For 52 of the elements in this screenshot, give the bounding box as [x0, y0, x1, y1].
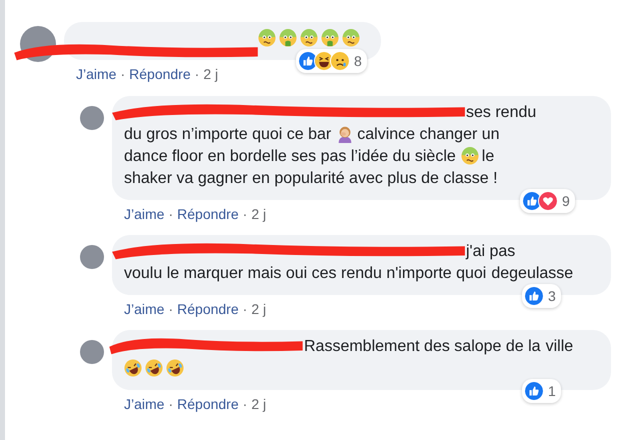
action-link[interactable]: Répondre — [177, 206, 239, 222]
rolling-laughing-face-icon — [166, 359, 184, 377]
comment-text: shaker va gagner en popularité avec plus de classe ! — [124, 169, 498, 189]
comment-text: du gros n’importe quoi ce bar — [124, 125, 332, 145]
action-link[interactable]: J’aime — [76, 66, 116, 82]
nauseated-face-icon — [258, 29, 276, 47]
avatar[interactable] — [80, 245, 104, 269]
separator-dot: · — [168, 301, 174, 317]
comment-text: calvince changer un — [357, 125, 500, 145]
vomiting-face-icon — [279, 29, 297, 47]
separator-dot: · — [242, 206, 248, 222]
like-icon — [524, 381, 544, 401]
comment-time[interactable]: 2 j — [251, 396, 266, 412]
heart-icon — [538, 191, 558, 211]
nauseated-face-icon — [460, 147, 479, 165]
comment-time[interactable]: 2 j — [203, 66, 218, 82]
separator-dot: · — [168, 206, 174, 222]
action-link[interactable]: Répondre — [129, 66, 191, 82]
comment-text: le — [482, 147, 494, 167]
action-link[interactable]: J’aime — [124, 301, 164, 317]
reaction-badge[interactable]: 8 — [296, 49, 367, 73]
vomiting-face-icon — [321, 29, 339, 47]
comment-text: ses rendu — [466, 103, 536, 123]
action-link[interactable]: J’aime — [124, 396, 164, 412]
separator-dot: · — [194, 66, 200, 82]
facepalm-person-icon — [336, 125, 354, 143]
comment-text: degeulasse — [491, 264, 574, 284]
sad-face-icon — [330, 51, 350, 71]
action-link[interactable]: Répondre — [177, 396, 239, 412]
nauseated-face-icon — [342, 29, 360, 47]
action-link[interactable]: Répondre — [177, 301, 239, 317]
comment-time[interactable]: 2 j — [251, 206, 266, 222]
separator-dot: · — [120, 66, 126, 82]
separator-dot: · — [242, 396, 248, 412]
comment-text: Rassemblement des salope de la — [304, 337, 541, 357]
action-link[interactable]: J’aime — [124, 206, 164, 222]
comment-time[interactable]: 2 j — [251, 301, 266, 317]
reaction-badge[interactable]: 9 — [520, 189, 575, 213]
comment-text: ville — [546, 337, 574, 357]
nauseated-face-icon — [300, 29, 318, 47]
reaction-badge[interactable]: 1 — [522, 379, 561, 403]
separator-dot: · — [242, 301, 248, 317]
comment-text: j'ai pas — [466, 242, 516, 262]
comment-text: voulu le marquer mais oui ces rendu n'importe quoi — [124, 264, 486, 284]
comment-text: dance floor en bordelle ses pas l’idée du siècle — [124, 147, 456, 167]
rolling-laughing-face-icon — [145, 359, 163, 377]
reaction-badge[interactable]: 3 — [522, 284, 561, 308]
like-icon — [524, 286, 544, 306]
separator-dot: · — [168, 396, 174, 412]
avatar[interactable] — [80, 340, 104, 364]
avatar[interactable] — [80, 106, 104, 130]
rolling-laughing-face-icon — [124, 359, 142, 377]
